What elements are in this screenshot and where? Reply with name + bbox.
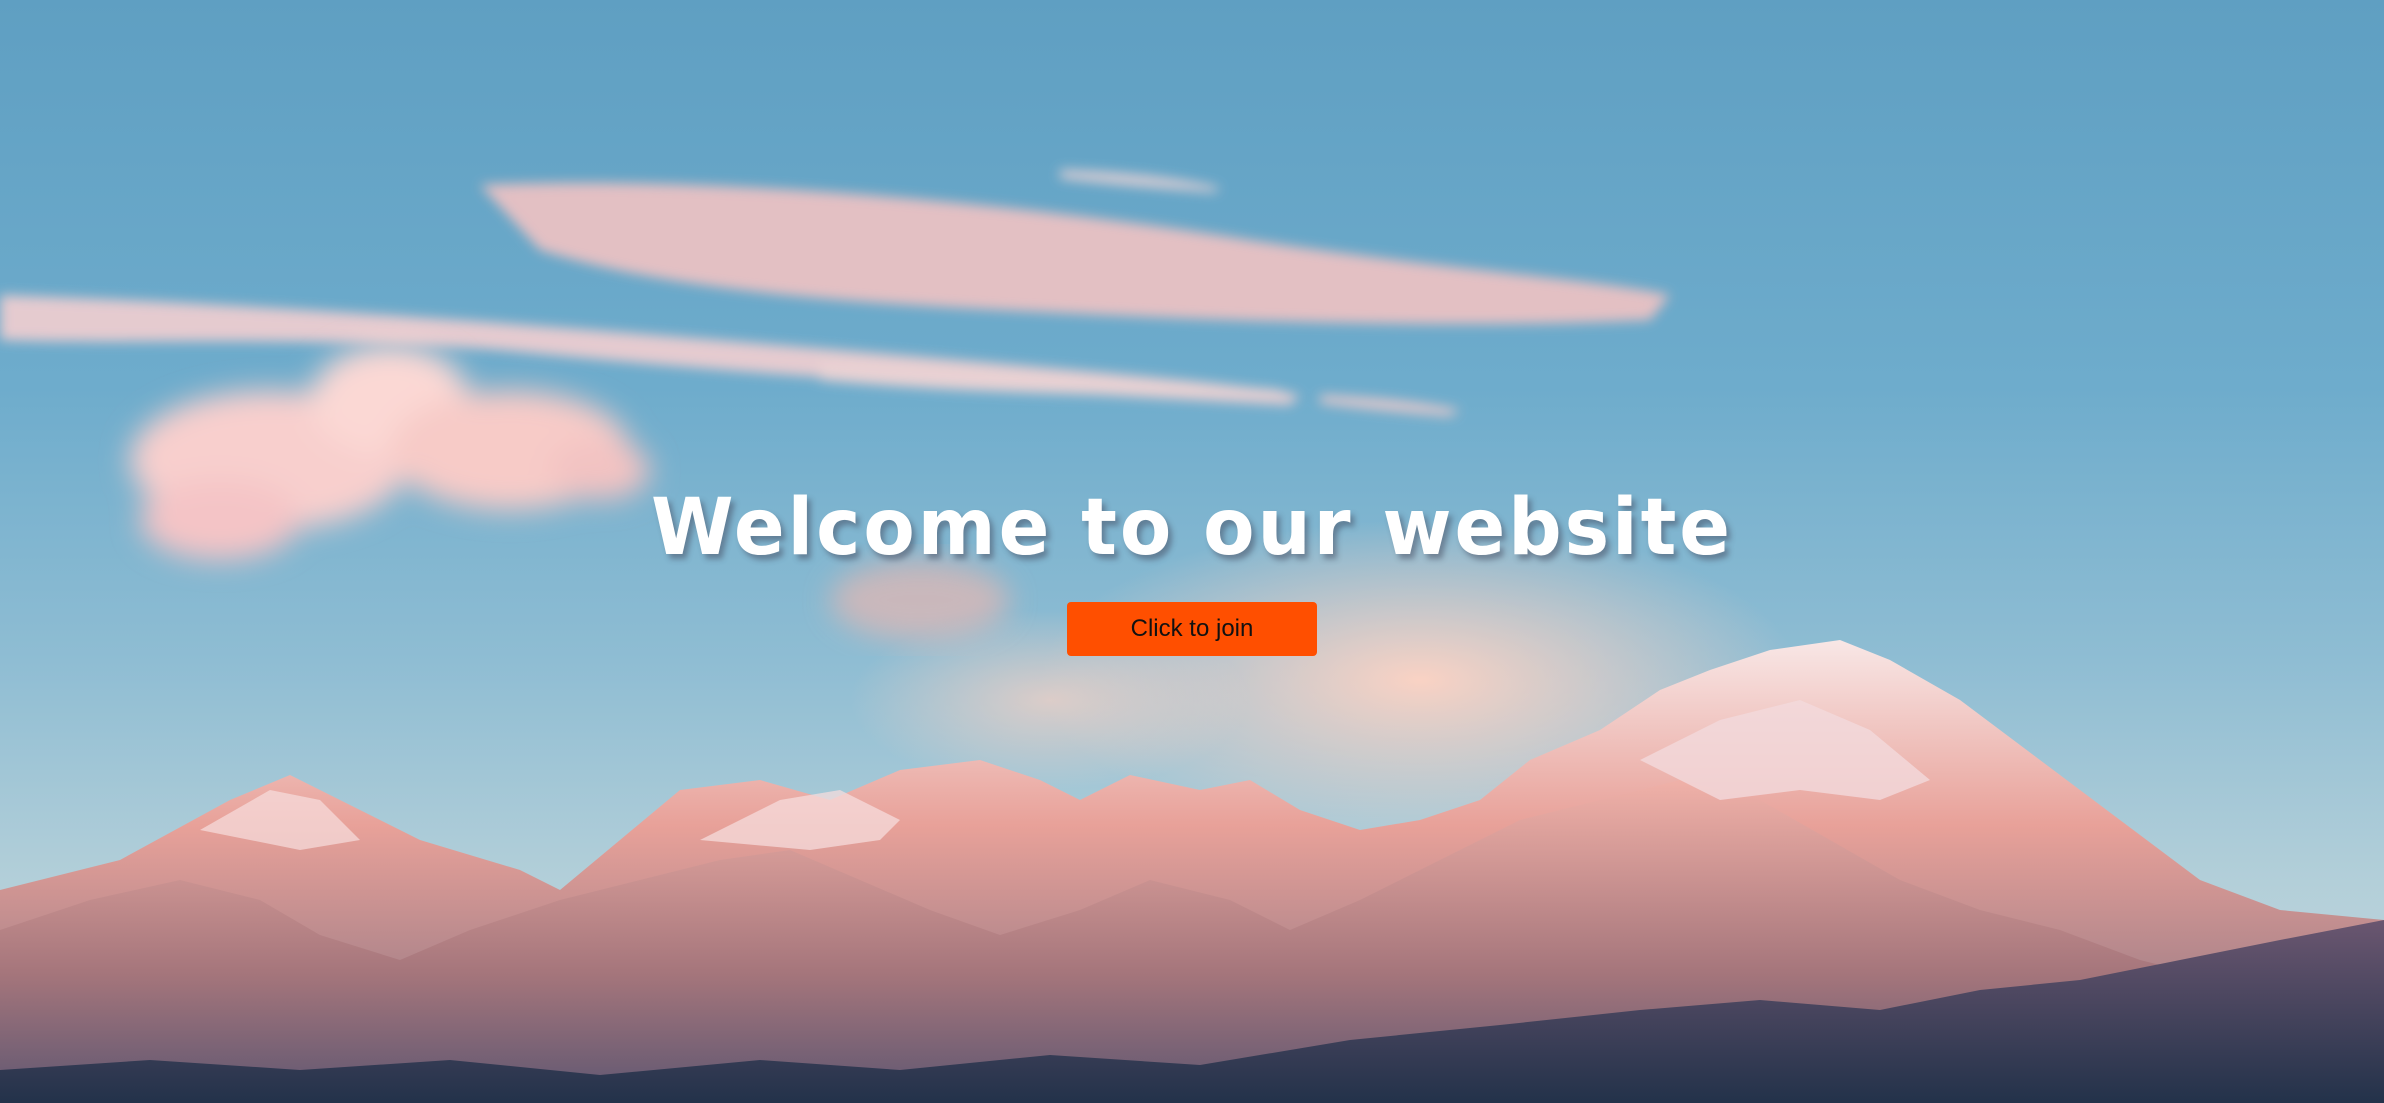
hero-content: Welcome to our website Click to join [0, 478, 2384, 656]
wispy-clouds [0, 170, 1670, 416]
hero-headline: Welcome to our website [651, 483, 1733, 573]
hero-section: Welcome to our website Click to join [0, 0, 2384, 1103]
join-button[interactable]: Click to join [1067, 602, 1317, 656]
